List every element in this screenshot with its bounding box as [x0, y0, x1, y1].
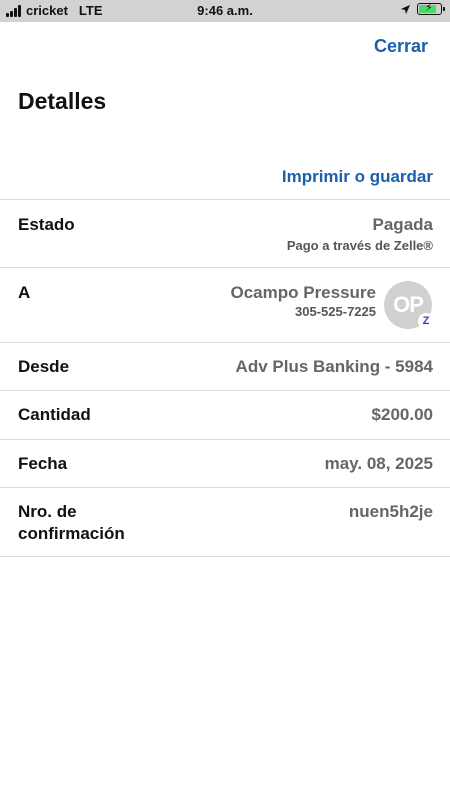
- details-list: Estado Pagada Pago a través de Zelle® A …: [0, 199, 450, 557]
- payment-method: Pago a través de Zelle®: [286, 238, 433, 253]
- recipient-name: Ocampo Pressure: [230, 283, 376, 302]
- print-or-save-button[interactable]: Imprimir o guardar: [282, 167, 433, 187]
- from-row: Desde Adv Plus Banking - 5984: [0, 342, 450, 390]
- close-button[interactable]: Cerrar: [374, 36, 428, 57]
- amount-row: Cantidad $200.00: [0, 390, 450, 439]
- page-title: Detalles: [18, 88, 107, 114]
- date-label: Fecha: [18, 454, 68, 473]
- confirmation-label-line1: Nro. de: [18, 502, 77, 521]
- location-arrow-icon: [400, 4, 411, 14]
- avatar: OP Z: [384, 281, 434, 329]
- from-value: Adv Plus Banking - 5984: [235, 357, 433, 376]
- confirmation-row: Nro. de confirmación nuen5h2je: [0, 487, 450, 557]
- amount-value: $200.00: [371, 405, 433, 424]
- status-row: Estado Pagada Pago a través de Zelle®: [0, 199, 450, 267]
- recipient-phone: 305-525-7225: [295, 304, 376, 319]
- status-right: ⚡: [400, 2, 445, 15]
- recipient-row: A Ocampo Pressure 305-525-7225 OP Z: [0, 267, 450, 342]
- confirmation-label-line2: confirmación: [18, 524, 125, 543]
- from-label: Desde: [18, 357, 70, 376]
- recipient-label: A: [18, 283, 31, 302]
- avatar-initials: OP: [393, 292, 424, 317]
- battery-charging-icon: ⚡: [417, 2, 445, 15]
- status-bar: cricket LTE 9:46 a.m. ⚡: [0, 0, 450, 22]
- date-value: may. 08, 2025: [324, 454, 433, 473]
- confirmation-value: nuen5h2je: [348, 502, 433, 521]
- zelle-icon: Z: [418, 313, 434, 329]
- date-row: Fecha may. 08, 2025: [0, 439, 450, 487]
- amount-label: Cantidad: [18, 405, 91, 424]
- status-value: Pagada: [372, 215, 433, 234]
- status-time: 9:46 a.m.: [197, 3, 253, 18]
- status-label: Estado: [18, 215, 75, 234]
